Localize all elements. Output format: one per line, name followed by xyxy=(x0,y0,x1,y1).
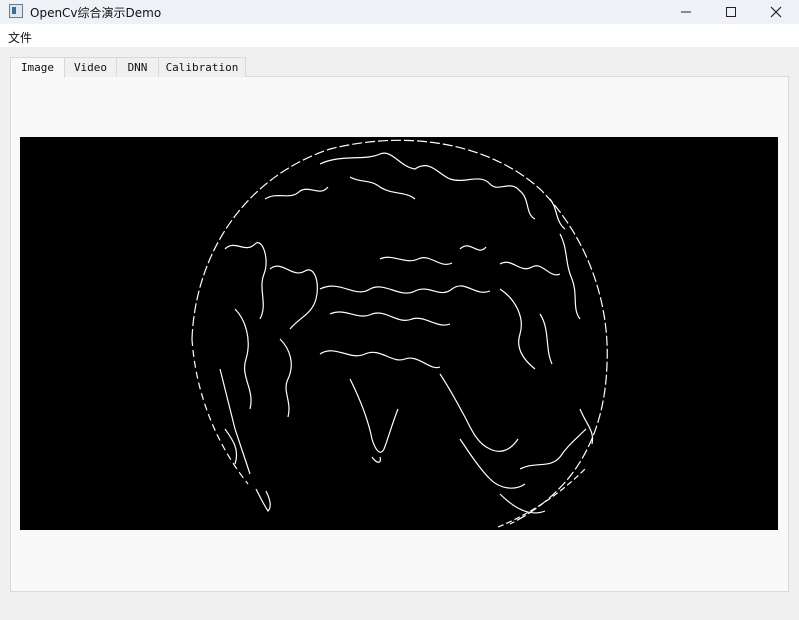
maximize-icon xyxy=(726,7,736,17)
close-icon xyxy=(770,6,782,18)
title-bar: OpenCv综合演示Demo xyxy=(0,0,799,24)
tab-dnn[interactable]: DNN xyxy=(116,57,159,77)
menu-bar: 文件 xyxy=(0,24,799,47)
close-button[interactable] xyxy=(753,0,799,24)
window-title: OpenCv综合演示Demo xyxy=(30,6,162,20)
minimize-icon xyxy=(681,11,691,13)
tab-video[interactable]: Video xyxy=(64,57,117,77)
maximize-button[interactable] xyxy=(708,0,754,24)
app-icon xyxy=(9,4,23,18)
menu-file[interactable]: 文件 xyxy=(8,29,32,46)
tab-image[interactable]: Image xyxy=(10,57,65,78)
tab-calibration[interactable]: Calibration xyxy=(158,57,246,77)
edge-image xyxy=(191,139,608,528)
image-view xyxy=(20,137,778,530)
minimize-button[interactable] xyxy=(663,0,709,24)
